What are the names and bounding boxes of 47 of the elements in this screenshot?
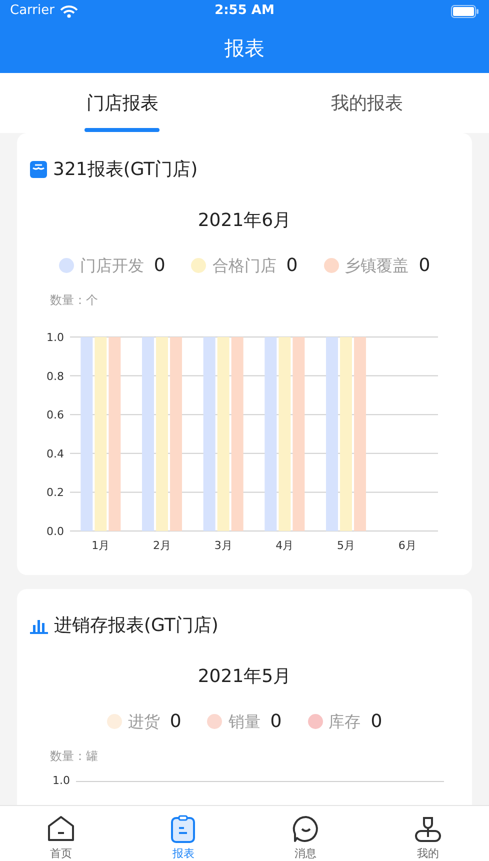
tab-bar-item[interactable]: 我的 — [366, 806, 489, 861]
x-tick-label: 5月 — [337, 539, 355, 552]
y-tick-label: 0.6 — [46, 408, 64, 422]
legend-value: 0 — [286, 254, 298, 278]
x-tick-label: 1月 — [92, 539, 110, 552]
unit-label: 数量：个 — [50, 292, 99, 309]
legend-label: 乡镇覆盖 — [344, 254, 409, 276]
legend-value: 0 — [154, 254, 166, 278]
y-tick-label: 0.0 — [46, 525, 64, 538]
user-icon — [412, 814, 443, 844]
period-title: 2021年5月 — [196, 665, 292, 689]
legend-label: 销量 — [228, 710, 260, 732]
legend-value: 0 — [170, 710, 182, 734]
y-tick-label: 0.4 — [46, 447, 64, 460]
bar-chart-icon — [30, 618, 48, 634]
card-title: 321报表(GT门店) — [53, 158, 198, 182]
carrier-label: Carrier — [10, 2, 54, 20]
tab[interactable]: 门店报表 — [0, 73, 244, 133]
legend-value: 0 — [418, 254, 430, 278]
legend-label: 进货 — [128, 710, 160, 732]
x-tick-label: 2月 — [153, 539, 171, 552]
tab-bar-item[interactable]: 报表 — [122, 806, 244, 861]
x-tick-label: 3月 — [214, 539, 232, 552]
y-tick-label: 0.8 — [46, 370, 64, 383]
card-title: 进销存报表(GT门店) — [54, 614, 218, 638]
nav-title: 报表 — [224, 34, 264, 62]
report-icon — [30, 161, 47, 178]
legend-value: 0 — [370, 710, 382, 734]
battery-icon — [450, 4, 479, 18]
x-tick-label: 4月 — [276, 539, 294, 552]
period-title: 2021年6月 — [196, 209, 292, 233]
y-tick-label: 1.0 — [46, 331, 64, 344]
legend-value: 0 — [270, 710, 282, 734]
home-icon — [46, 814, 76, 844]
chat-icon — [290, 814, 321, 844]
unit-label: 数量：罐 — [50, 748, 99, 765]
x-tick-label: 6月 — [398, 539, 416, 552]
tab-bar-item[interactable]: 首页 — [0, 806, 122, 861]
legend-label: 库存 — [328, 710, 361, 732]
legend-label: 合格门店 — [212, 254, 276, 276]
legend-label: 门店开发 — [80, 254, 144, 276]
tab[interactable]: 我的报表 — [244, 73, 489, 133]
wifi-icon — [60, 4, 78, 18]
y-tick-label: 0.2 — [46, 486, 64, 500]
tab-bar-item[interactable]: 消息 — [244, 806, 367, 861]
status-time: 2:55 AM — [214, 2, 274, 20]
y-tick-label: 1.0 — [52, 773, 70, 789]
